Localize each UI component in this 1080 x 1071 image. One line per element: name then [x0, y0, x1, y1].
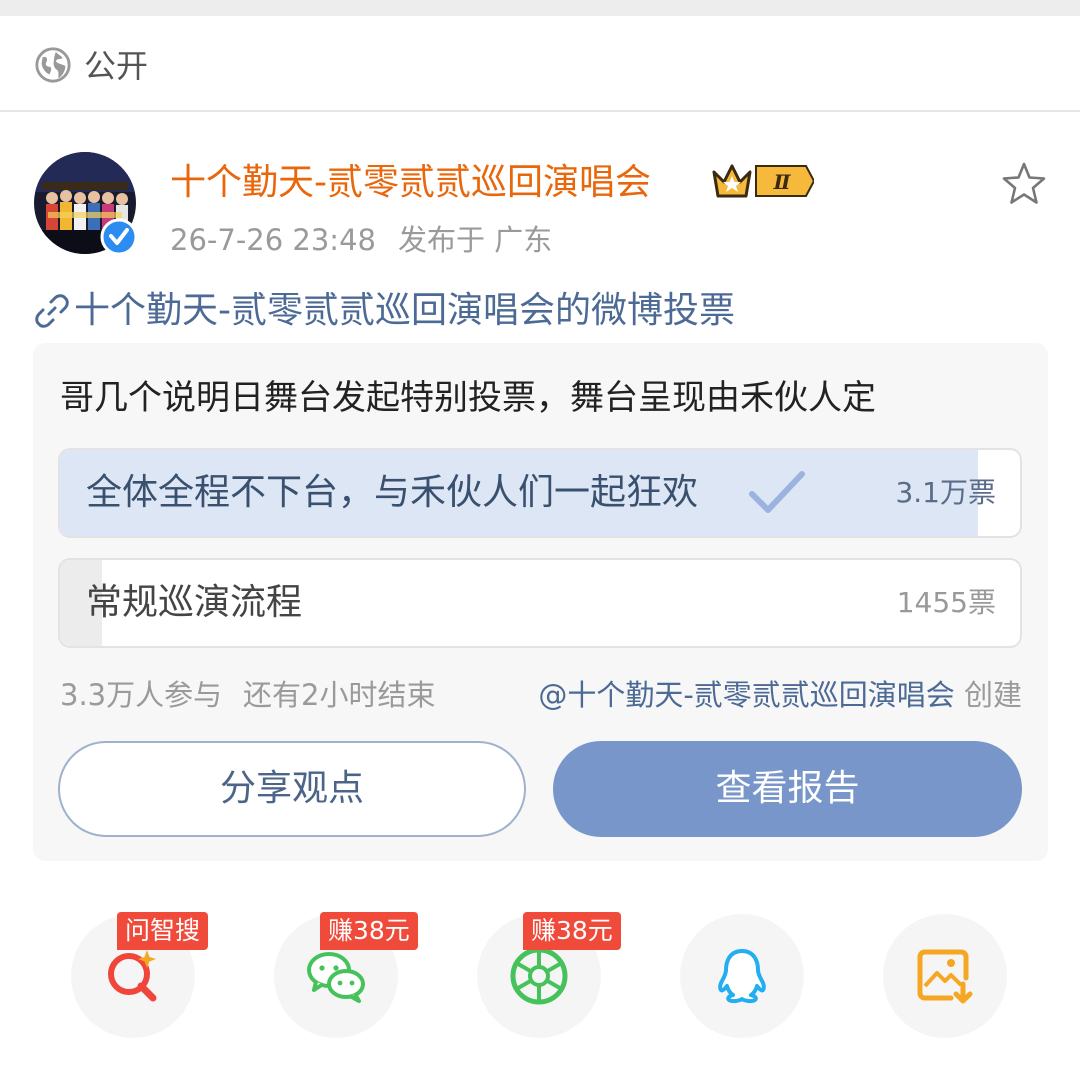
poll-option-1-votes: 3.1万票: [895, 476, 996, 509]
view-report-button[interactable]: 查看报告: [553, 741, 1022, 837]
selected-check-icon: [749, 471, 805, 513]
wechat-icon: [307, 952, 365, 1003]
poll-option-2-votes: 1455票: [896, 586, 996, 619]
poll-creator-name[interactable]: @十个勤天-贰零贰贰巡回演唱会: [538, 678, 954, 712]
moments-tag: 赚38元: [523, 912, 621, 950]
share-moments-button[interactable]: 赚38元: [477, 912, 621, 1038]
author-name[interactable]: 十个勤天-贰零贰贰巡回演唱会: [170, 158, 651, 208]
qq-icon: [718, 949, 766, 1004]
visibility-label: 公开: [84, 47, 149, 85]
poll-card: 哥几个说明日舞台发起特别投票，舞台呈现由禾伙人定 全体全程不下台，与禾伙人们一起…: [33, 343, 1048, 861]
post-location: 发布于 广东: [397, 223, 553, 257]
post-meta: 26-7-26 23:48 发布于 广东: [170, 220, 552, 260]
share-wechat-button[interactable]: 赚38元: [274, 912, 418, 1038]
share-opinion-button[interactable]: 分享观点: [58, 741, 526, 837]
verified-badge-icon: [100, 218, 138, 256]
link-icon: [35, 294, 69, 328]
poll-footer: 3.3万人参与 还有2小时结束 @十个勤天-贰零贰贰巡回演唱会 创建: [60, 673, 1022, 717]
globe-icon: [35, 47, 71, 83]
poll-option-2[interactable]: 常规巡演流程 1455票: [58, 558, 1022, 648]
poll-option-1[interactable]: 全体全程不下台，与禾伙人们一起狂欢 3.1万票: [58, 448, 1022, 538]
favorite-star-icon[interactable]: [1000, 160, 1048, 208]
share-zhisou-button[interactable]: 问智搜: [71, 912, 209, 1038]
poll-time-left: 还有2小时结束: [243, 678, 436, 712]
poll-option-1-label: 全体全程不下台，与禾伙人们一起狂欢: [86, 472, 699, 513]
crown-level-badge-icon[interactable]: Ⅱ: [710, 158, 814, 204]
poll-link[interactable]: 十个勤天-贰零贰贰巡回演唱会的微博投票: [34, 284, 735, 338]
poll-option-2-label: 常规巡演流程: [86, 582, 303, 623]
poll-question: 哥几个说明日舞台发起特别投票，舞台呈现由禾伙人定: [60, 378, 876, 418]
poll-creator: @十个勤天-贰零贰贰巡回演唱会 创建: [538, 673, 1022, 717]
visibility-bar[interactable]: 公开: [0, 16, 1080, 112]
zhisou-tag: 问智搜: [117, 912, 209, 950]
share-qq-button[interactable]: [680, 914, 804, 1038]
wechat-tag: 赚38元: [320, 912, 418, 950]
poll-link-text: 十个勤天-贰零贰贰巡回演唱会的微博投票: [74, 290, 735, 331]
ai-search-icon: [108, 950, 157, 1002]
save-image-icon: [917, 949, 973, 1004]
post-time: 26-7-26 23:48: [170, 223, 376, 257]
wechat-moments-icon: [510, 947, 568, 1005]
top-strip: [0, 0, 1080, 16]
badge-level: Ⅱ: [773, 170, 792, 194]
poll-participants: 3.3万人参与: [60, 678, 223, 712]
poll-creator-suffix: 创建: [954, 678, 1022, 712]
share-save-image-button[interactable]: [883, 914, 1007, 1038]
